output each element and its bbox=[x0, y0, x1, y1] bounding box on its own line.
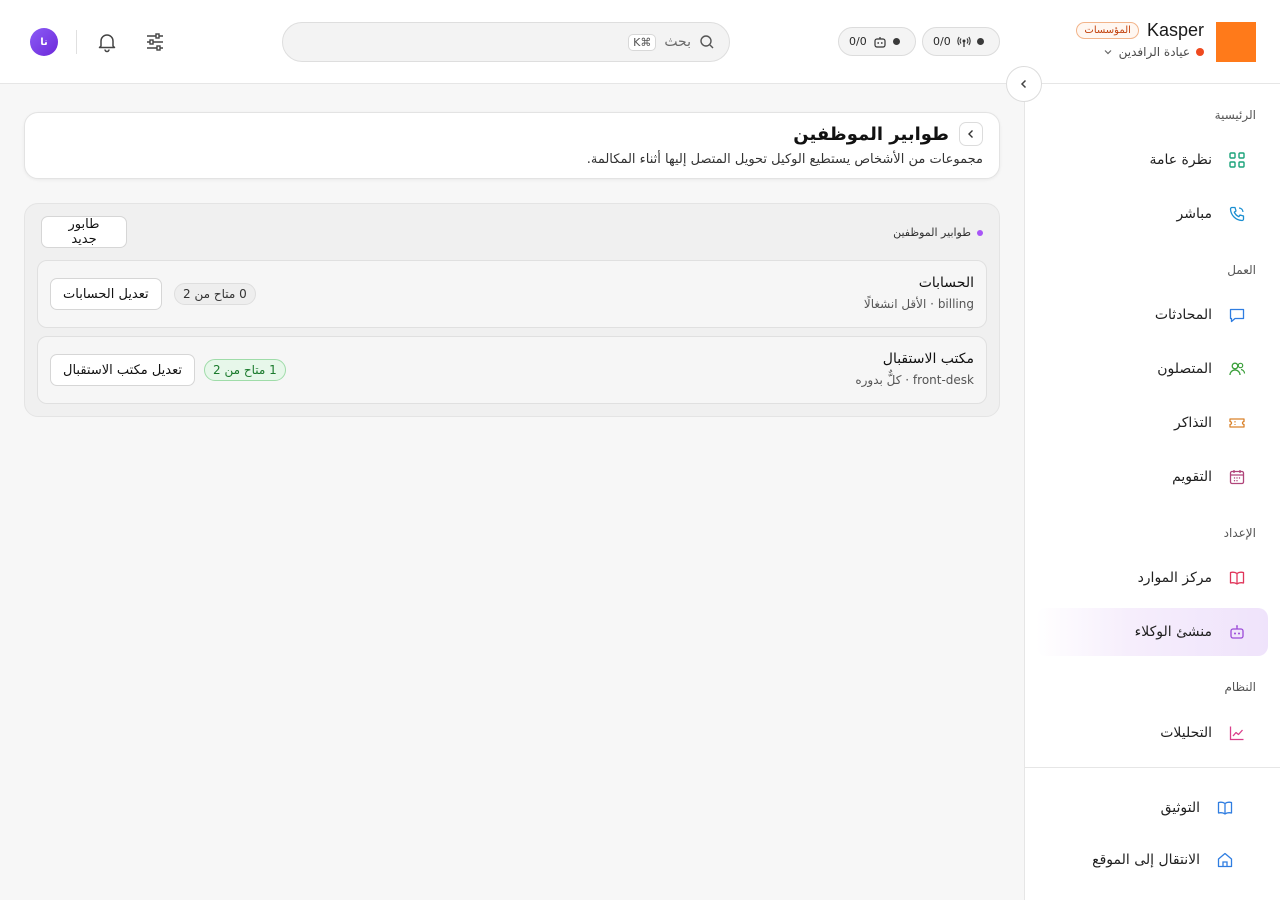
workspace-status-dot bbox=[1196, 48, 1204, 56]
sidebar-item-label: التقويم bbox=[1172, 469, 1212, 485]
search-placeholder: بحث bbox=[664, 34, 691, 50]
workspace-switcher[interactable]: عيادة الرافدين bbox=[1004, 45, 1204, 59]
page-header-card: طوابير الموظفين مجموعات من الأشخاص يستطي… bbox=[24, 112, 1000, 179]
sidebar-item-label: التذاكر bbox=[1173, 415, 1212, 431]
queues-header-label: طوابير الموظفين bbox=[893, 226, 971, 239]
new-queue-button[interactable]: طابور جديد bbox=[41, 216, 127, 248]
sidebar-item-overview[interactable]: نظرة عامة bbox=[1036, 136, 1268, 184]
sidebar-item-label: مركز الموارد bbox=[1137, 570, 1212, 586]
queue-name: الحسابات bbox=[918, 275, 974, 291]
collapse-sidebar-button[interactable] bbox=[1006, 66, 1042, 102]
section-label-work: العمل bbox=[1227, 263, 1256, 277]
brand-block: Kasper المؤسسات عيادة الرافدين bbox=[1004, 20, 1204, 64]
sidebar-divider bbox=[1024, 767, 1280, 768]
header-divider bbox=[76, 30, 77, 54]
sidebar-item-tickets[interactable]: التذاكر bbox=[1036, 399, 1268, 447]
page-description: مجموعات من الأشخاص يستطيع الوكيل تحويل ا… bbox=[586, 152, 983, 167]
chart-icon bbox=[1228, 724, 1246, 742]
section-dot bbox=[977, 229, 983, 236]
sliders-icon[interactable] bbox=[143, 30, 167, 54]
avatar[interactable]: نا bbox=[30, 28, 58, 56]
live-calls-pill[interactable]: 0/0 bbox=[922, 27, 1000, 56]
grid-icon bbox=[1228, 151, 1246, 169]
sidebar-item-label: الانتقال إلى الموقع bbox=[1092, 852, 1200, 868]
search-input[interactable]: بحث ⌘K bbox=[282, 22, 730, 62]
section-label-setup: الإعداد bbox=[1223, 526, 1256, 540]
docs-icon bbox=[1216, 799, 1234, 817]
edit-queue-button[interactable]: تعديل مكتب الاستقبال bbox=[50, 354, 196, 386]
status-dot bbox=[976, 38, 984, 45]
sidebar-item-conversations[interactable]: المحادثات bbox=[1036, 291, 1268, 339]
queue-name: مكتب الاستقبال bbox=[882, 351, 974, 367]
sidebar-item-label: التحليلات bbox=[1160, 725, 1212, 741]
ticket-icon bbox=[1228, 414, 1246, 432]
plan-badge: المؤسسات bbox=[1076, 22, 1139, 39]
antenna-icon bbox=[957, 35, 971, 49]
workspace-name: عيادة الرافدين bbox=[1118, 45, 1190, 59]
availability-badge: 0 متاح من 2 bbox=[174, 283, 256, 305]
queues-header: طوابير الموظفين bbox=[893, 226, 983, 239]
search-icon bbox=[699, 34, 715, 50]
robot-icon bbox=[873, 35, 887, 49]
queue-strategy: · الأقل انشغالًا bbox=[863, 297, 934, 311]
calendar-icon bbox=[1228, 468, 1246, 486]
sidebar-item-label: منشئ الوكلاء bbox=[1134, 624, 1212, 640]
sidebar-item-resources[interactable]: مركز الموارد bbox=[1036, 554, 1268, 602]
bell-icon[interactable] bbox=[95, 30, 119, 54]
sidebar-item-label: مباشر bbox=[1176, 206, 1212, 222]
queue-meta: front-desk · كلٌّ بدوره bbox=[855, 373, 974, 387]
chevron-down-icon bbox=[1103, 47, 1113, 57]
queue-slug: billing bbox=[937, 297, 974, 311]
sidebar: الرئيسية نظرة عامة مباشر العمل المحادثات… bbox=[1024, 84, 1280, 900]
phone-icon bbox=[1228, 205, 1246, 223]
queue-row: مكتب الاستقبال front-desk · كلٌّ بدوره 1… bbox=[37, 336, 987, 404]
page-title: طوابير الموظفين bbox=[793, 123, 949, 145]
search-shortcut: ⌘K bbox=[628, 33, 657, 51]
queue-row: الحسابات billing · الأقل انشغالًا 0 متاح… bbox=[37, 260, 987, 328]
brand-name: Kasper bbox=[1146, 20, 1204, 40]
sidebar-item-callers[interactable]: المتصلون bbox=[1036, 345, 1268, 393]
queue-meta: billing · الأقل انشغالًا bbox=[864, 297, 974, 311]
title-row: طوابير الموظفين bbox=[793, 122, 983, 146]
sidebar-item-go-to-site[interactable]: الانتقال إلى الموقع bbox=[1036, 836, 1268, 884]
top-header: Kasper المؤسسات عيادة الرافدين 0/0 0/0 ب… bbox=[0, 0, 1280, 84]
sidebar-item-label: نظرة عامة bbox=[1149, 152, 1212, 168]
section-label-system: النظام bbox=[1224, 680, 1256, 694]
availability-badge: 1 متاح من 2 bbox=[204, 359, 286, 381]
sidebar-item-agent-builder[interactable]: منشئ الوكلاء bbox=[1036, 608, 1268, 656]
sidebar-item-calendar[interactable]: التقويم bbox=[1036, 453, 1268, 501]
brand-row: Kasper المؤسسات bbox=[1004, 20, 1204, 41]
sidebar-item-label: التوثيق bbox=[1160, 800, 1200, 816]
agents-pill[interactable]: 0/0 bbox=[838, 27, 916, 56]
sidebar-item-docs[interactable]: التوثيق bbox=[1036, 784, 1268, 832]
queues-panel: طوابير الموظفين طابور جديد الحسابات bill… bbox=[24, 203, 1000, 417]
sidebar-item-label: المتصلون bbox=[1157, 361, 1212, 377]
brand-logo[interactable] bbox=[1216, 22, 1256, 62]
queue-slug: front-desk bbox=[912, 373, 974, 387]
queue-strategy: · كلٌّ بدوره bbox=[855, 373, 910, 387]
section-label-home: الرئيسية bbox=[1214, 108, 1256, 122]
sidebar-item-live[interactable]: مباشر bbox=[1036, 190, 1268, 238]
sidebar-item-label: المحادثات bbox=[1154, 307, 1212, 323]
chat-icon bbox=[1228, 306, 1246, 324]
book-icon bbox=[1228, 569, 1246, 587]
edit-queue-button[interactable]: تعديل الحسابات bbox=[50, 278, 162, 310]
live-calls-count: 0/0 bbox=[933, 35, 951, 48]
sidebar-item-analytics[interactable]: التحليلات bbox=[1036, 709, 1268, 757]
robot-icon bbox=[1228, 623, 1246, 641]
status-dot bbox=[892, 38, 900, 45]
back-button[interactable] bbox=[959, 122, 983, 146]
users-icon bbox=[1228, 360, 1246, 378]
home-icon bbox=[1216, 851, 1234, 869]
agents-count: 0/0 bbox=[849, 35, 867, 48]
